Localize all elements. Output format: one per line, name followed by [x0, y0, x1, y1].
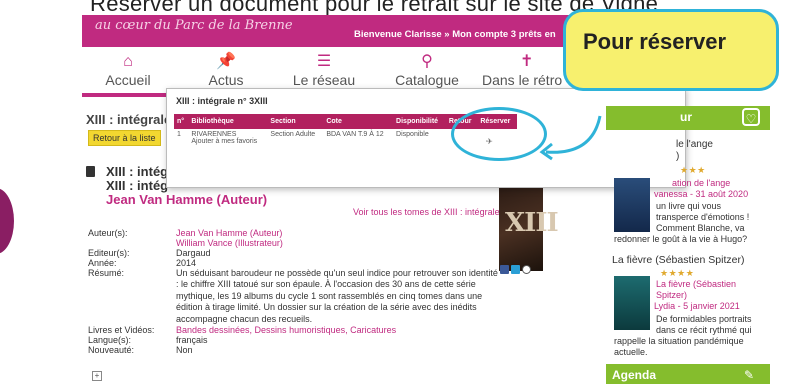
year-value: 2014	[176, 258, 197, 268]
col-header: n°	[174, 114, 189, 129]
user-account-bar[interactable]: Bienvenue Clarisse » Mon compte 3 prêts …	[354, 29, 556, 40]
nav-item-catalogue[interactable]: ⚲ Catalogue	[387, 47, 467, 88]
pointer-arrow	[539, 115, 602, 161]
availability-cell: Disponible	[396, 131, 429, 138]
add-favorite-link[interactable]: Ajouter à mes favoris	[191, 138, 264, 145]
library-name: RIVARENNES	[191, 131, 237, 138]
new-value: Non	[176, 345, 193, 355]
field-label-year: Année:	[88, 258, 117, 268]
heart-icon[interactable]: ♡	[742, 108, 760, 126]
nav-label: Catalogue	[395, 72, 459, 88]
rating-stars: ★★★	[680, 165, 706, 175]
review-line: dans ce récit rythmé qui	[656, 325, 752, 335]
review-line: De formidables portraits	[656, 314, 752, 324]
field-label-authors: Auteur(s):	[88, 228, 128, 238]
cover-title: XIII	[505, 208, 559, 238]
nav-label: Accueil	[105, 72, 151, 88]
col-header: Section	[267, 114, 324, 129]
field-label-new: Nouveauté:	[88, 345, 135, 355]
nav-item-accueil[interactable]: ⌂ Accueil	[92, 47, 164, 88]
sidebar-heading: ur	[680, 110, 692, 124]
banner-tagline: au cœur du Parc de la Brenne	[95, 18, 293, 33]
field-label-language: Langue(s):	[88, 335, 132, 345]
decorative-circle	[0, 188, 14, 254]
see-all-volumes-link[interactable]: Voir tous les tomes de XIII : intégrale	[353, 207, 500, 217]
review-line: un livre qui vous	[656, 201, 722, 211]
review-line: rappelle la situation pandémique	[614, 336, 744, 346]
sidebar-entry2-author[interactable]: Lydia - 5 janvier 2021	[654, 301, 740, 311]
illustrator-link[interactable]: William Vance (Illustrateur)	[176, 238, 283, 248]
row-number: 1	[177, 131, 181, 138]
book-icon	[86, 166, 95, 177]
arrow-curve	[545, 115, 602, 154]
back-to-list-button[interactable]: Retour à la liste	[88, 130, 161, 146]
field-label-resume: Résumé:	[88, 268, 125, 278]
record-subtitle: XIII : intég	[106, 178, 169, 193]
record-author[interactable]: Jean Van Hamme (Auteur)	[106, 192, 267, 207]
pin-icon: 📌	[216, 53, 236, 70]
popup-title: XIII : intégrale n° 3XIII	[176, 96, 268, 106]
pencil-icon[interactable]: ✎	[744, 368, 754, 382]
review-line: redonner le goût à la vie à Hugo?	[614, 234, 748, 244]
agenda-heading: Agenda	[612, 368, 657, 382]
author-link[interactable]: Jean Van Hamme (Auteur)	[176, 228, 282, 238]
house-icon: ⌂	[123, 53, 133, 70]
publisher-value: Dargaud	[176, 248, 211, 258]
sidebar-entry2-link[interactable]: La fièvre (Sébastien	[656, 279, 736, 289]
col-header: Disponibilité	[393, 114, 446, 129]
search-icon: ⚲	[421, 53, 433, 70]
share-icons	[500, 265, 542, 275]
field-label-publisher: Editeur(s):	[88, 248, 130, 258]
language-value: français	[176, 335, 208, 345]
sidebar-entry2-title: La fièvre (Sébastien Spitzer)	[612, 254, 745, 266]
rating-stars: ★★★★	[660, 268, 695, 278]
sidebar-entry1-title: le l'ange	[676, 139, 713, 150]
sidebar-entry1-link[interactable]: ation de l'ange	[672, 178, 730, 188]
sidebar-entry1-title-end: )	[676, 151, 680, 162]
expand-plus-icon[interactable]: +	[92, 371, 102, 381]
cote-cell: BDA VAN T.9 À 12	[326, 131, 384, 138]
sidebar-entry1-author[interactable]: vanessa - 31 août 2020	[654, 189, 748, 199]
library-cell: RIVARENNES Ajouter à mes favoris	[188, 129, 267, 147]
resume-text: Un séduisant baroudeur ne possède qu'un …	[176, 268, 498, 324]
twitter-icon[interactable]	[511, 265, 520, 274]
nav-item-actus[interactable]: 📌 Actus	[190, 47, 262, 88]
nav-label: Le réseau	[292, 72, 356, 88]
facebook-icon[interactable]	[500, 265, 509, 274]
nav-label: Actus	[208, 72, 244, 88]
col-header: Cote	[323, 114, 394, 129]
section-cell: Section Adulte	[270, 131, 316, 138]
review-line: Comment Blanche, va	[656, 223, 745, 233]
sidebar-book-cover[interactable]	[614, 178, 650, 232]
callout-text: Pour réserver	[583, 29, 727, 54]
nav-label: Dans le rétro	[482, 72, 563, 88]
page-title: XIII : intégrale	[86, 112, 172, 127]
field-label-media: Livres et Vidéos:	[88, 325, 155, 335]
sidebar-book-cover[interactable]	[614, 276, 650, 330]
link-icon[interactable]	[522, 265, 531, 274]
books-icon: ☰	[316, 53, 332, 70]
record-title: XIII : intég	[106, 164, 169, 179]
media-type-link[interactable]: Bandes dessinées, Dessins humoristiques,…	[176, 325, 396, 335]
review-line: transperce d'émotions !	[656, 212, 750, 222]
nav-item-reseau[interactable]: ☰ Le réseau	[288, 47, 360, 88]
col-header: Bibliothèque	[188, 114, 268, 129]
review-line: actuelle.	[614, 347, 648, 357]
sidebar-entry2-link-end[interactable]: Spitzer)	[656, 290, 687, 300]
